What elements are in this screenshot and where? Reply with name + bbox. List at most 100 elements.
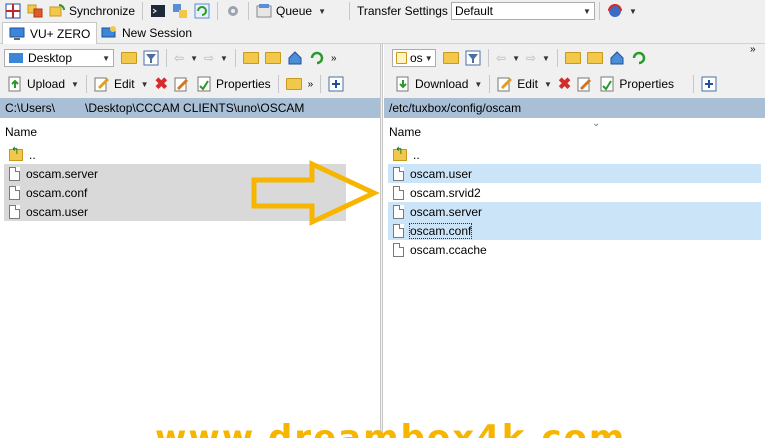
toolbar-separator [556,49,558,67]
refresh-icon [194,3,210,19]
filter-button[interactable] [462,47,484,69]
root-dir-button[interactable] [584,47,606,69]
toggle-button[interactable]: ▼ [604,0,640,22]
pane-splitter[interactable] [380,44,383,438]
download-label: Download [415,77,469,91]
file-name: oscam.server [410,204,483,219]
list-item-parent[interactable]: .. [4,145,36,164]
upload-button[interactable]: Upload ▼ [4,73,82,95]
desktop-icon [9,53,23,63]
refresh-button[interactable] [628,47,650,69]
preferences-button[interactable] [222,0,244,22]
transfer-settings-select[interactable]: Default ▼ [450,2,595,20]
file-icon [393,166,404,181]
list-item-focused[interactable]: oscam.conf [388,221,761,240]
download-button[interactable]: Download ▼ [392,73,485,95]
parent-dir-button[interactable] [240,47,262,69]
back-arrow-icon: ⇦ [496,51,507,65]
properties-button[interactable]: Properties [596,73,677,95]
chevron-down-icon: ▼ [102,53,110,63]
right-path-bar[interactable]: /etc/tuxbox/config/oscam [384,98,765,118]
local-browser-button[interactable] [2,0,24,22]
refresh-button[interactable] [306,47,328,69]
back-arrow-icon: ⇦ [174,51,185,65]
parent-folder-icon [9,146,23,161]
chevron-down-icon: ▼ [583,6,591,16]
open-folder-button[interactable] [118,47,140,69]
new-button[interactable] [325,73,347,95]
session-tabs: VU+ ZERO New Session [0,22,765,44]
name-column-header[interactable]: Name [5,125,37,139]
synchronize-button[interactable]: Synchronize [46,0,138,22]
edit-button[interactable]: Edit ▼ [91,73,152,95]
toolbar-separator [488,49,489,67]
tab-vu-zero[interactable]: VU+ ZERO [2,22,98,44]
more-button[interactable]: » [305,73,317,95]
list-item[interactable]: oscam.srvid2 [388,183,761,202]
parent-folder-icon [393,146,407,161]
download-icon [396,76,409,92]
new-folder-button[interactable] [283,73,305,95]
transfer-settings-label: Transfer Settings [357,4,448,18]
file-name: .. [29,147,36,162]
home-button[interactable] [606,47,628,69]
transfer-button[interactable] [169,0,191,22]
edit-button[interactable]: Edit ▼ [494,73,555,95]
toolbar-separator [489,75,491,93]
edit-label: Edit [517,77,538,91]
more-button[interactable]: » [328,47,340,69]
more-button[interactable]: » [750,44,756,55]
forward-arrow-icon: ⇨ [203,51,215,65]
chevron-down-icon: ▼ [71,79,79,89]
transfer-settings-value: Default [454,4,493,18]
toolbar-separator [349,2,350,20]
terminal-icon [151,5,166,17]
chevron-down-icon: ▼ [543,79,552,89]
home-button[interactable] [284,47,306,69]
forward-button[interactable]: ⇨ ▼ [201,47,231,69]
refresh-icon [310,51,324,65]
back-button[interactable]: ⇦ ▼ [493,47,523,69]
forward-button[interactable]: ⇨ ▼ [523,47,553,69]
delete-button[interactable]: ✖ [152,73,171,95]
toolbar-separator [217,2,219,20]
list-item[interactable]: oscam.user [388,164,761,183]
queue-label: Queue [276,4,313,18]
root-dir-button[interactable] [262,47,284,69]
refresh-session-button[interactable] [191,0,213,22]
parent-folder-icon [564,52,581,64]
toolbar-separator [277,75,279,93]
new-button[interactable] [698,73,720,95]
properties-icon [197,76,211,92]
parent-dir-button[interactable] [562,47,584,69]
properties-button[interactable]: Properties [193,73,274,95]
chevron-down-icon: ▼ [190,53,198,63]
filter-icon [465,50,481,66]
forward-arrow-icon: ⇨ [525,51,537,65]
left-location-select[interactable]: Desktop ▼ [4,49,114,67]
file-icon [393,204,404,219]
synchronize-label: Synchronize [69,4,136,18]
terminal-button[interactable] [147,0,169,22]
queue-button[interactable]: Queue ▼ [253,0,329,22]
filter-button[interactable] [140,47,162,69]
compare-button[interactable] [24,0,46,22]
refresh-icon [632,51,646,65]
home-icon [610,51,624,65]
tab-new-session[interactable]: New Session [95,22,198,44]
left-path-bar[interactable]: C:\Users\ \Desktop\CCCAM CLIENTS\uno\OSC… [0,98,380,118]
list-item[interactable]: oscam.ccache [388,240,761,259]
right-location-select[interactable]: os ▼ [392,49,436,67]
back-button[interactable]: ⇦ ▼ [171,47,201,69]
delete-button[interactable]: ✖ [555,73,574,95]
right-file-list[interactable]: Name ⌄ .. oscam.user oscam.srvid2 oscam.… [384,118,765,438]
rename-button[interactable] [171,73,193,95]
tab-label: VU+ ZERO [30,26,91,41]
rename-button[interactable] [574,73,596,95]
sort-chevron-icon: ⌄ [592,118,601,129]
name-column-header[interactable]: Name [389,125,421,139]
open-folder-button[interactable] [440,47,462,69]
chevron-down-icon: ▼ [424,53,433,63]
list-item[interactable]: oscam.server [388,202,761,221]
list-item-parent[interactable]: .. [388,145,420,164]
